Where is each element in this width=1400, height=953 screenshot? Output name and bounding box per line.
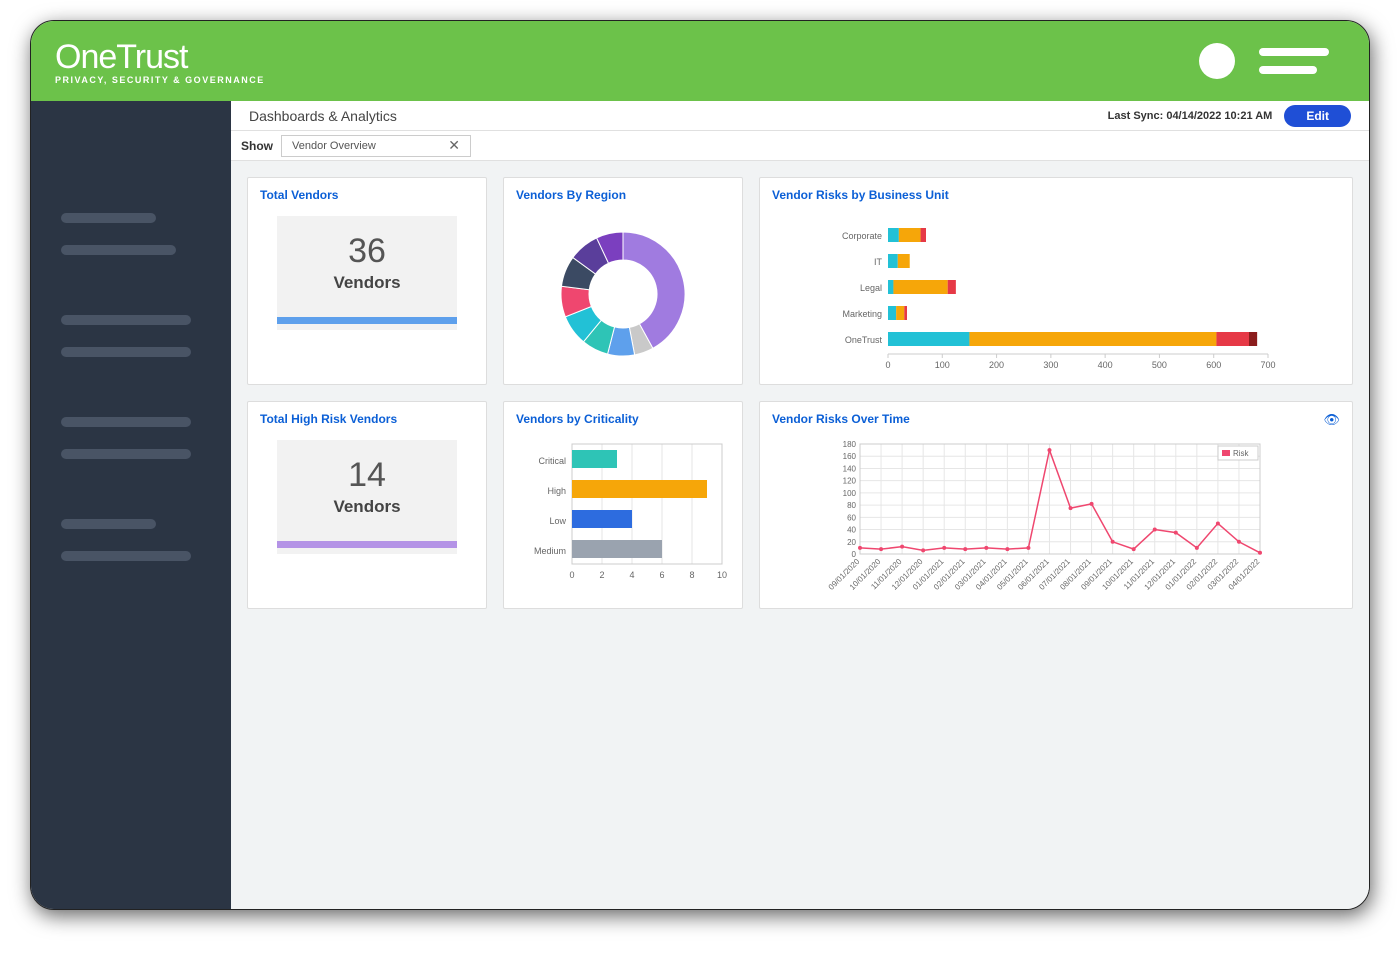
svg-text:Corporate: Corporate bbox=[842, 231, 882, 241]
svg-text:120: 120 bbox=[843, 477, 857, 486]
svg-text:80: 80 bbox=[847, 501, 856, 510]
card-title: Vendor Risks by Business Unit bbox=[772, 188, 1340, 202]
svg-text:0: 0 bbox=[569, 570, 574, 580]
svg-text:400: 400 bbox=[1098, 360, 1113, 370]
svg-text:Marketing: Marketing bbox=[842, 309, 882, 319]
card-risks-over-time: Vendor Risks Over Time 👁 020406080100120… bbox=[759, 401, 1353, 609]
kpi-accent-bar bbox=[277, 541, 457, 548]
filter-value: Vendor Overview bbox=[292, 140, 376, 152]
svg-text:100: 100 bbox=[935, 360, 950, 370]
card-title: Total Vendors bbox=[260, 188, 474, 202]
sidebar-item[interactable] bbox=[61, 245, 176, 255]
kpi-box: 36 Vendors bbox=[277, 216, 457, 330]
page-header: Dashboards & Analytics Last Sync: 04/14/… bbox=[231, 101, 1369, 131]
svg-text:OneTrust: OneTrust bbox=[845, 335, 883, 345]
sidebar-item[interactable] bbox=[61, 519, 156, 529]
topbar: OneTrust PRIVACY, SECURITY & GOVERNANCE bbox=[31, 21, 1369, 101]
svg-text:Medium: Medium bbox=[534, 546, 566, 556]
sidebar bbox=[31, 101, 231, 909]
sidebar-item[interactable] bbox=[61, 449, 191, 459]
svg-text:300: 300 bbox=[1043, 360, 1058, 370]
kpi-unit: Vendors bbox=[277, 497, 457, 517]
card-total-vendors: Total Vendors 36 Vendors bbox=[247, 177, 487, 385]
avatar[interactable] bbox=[1199, 43, 1235, 79]
svg-text:700: 700 bbox=[1260, 360, 1275, 370]
sidebar-group-3 bbox=[31, 417, 231, 459]
svg-text:100: 100 bbox=[843, 489, 857, 498]
sidebar-group-1 bbox=[31, 213, 231, 255]
kpi-box: 14 Vendors bbox=[277, 440, 457, 554]
svg-text:8: 8 bbox=[689, 570, 694, 580]
svg-text:60: 60 bbox=[847, 513, 856, 522]
sidebar-group-2 bbox=[31, 315, 231, 357]
card-title: Vendor Risks Over Time bbox=[772, 412, 1340, 426]
card-high-risk-vendors: Total High Risk Vendors 14 Vendors bbox=[247, 401, 487, 609]
svg-text:140: 140 bbox=[843, 464, 857, 473]
sidebar-item[interactable] bbox=[61, 213, 156, 223]
svg-text:160: 160 bbox=[843, 452, 857, 461]
svg-text:Legal: Legal bbox=[860, 283, 882, 293]
kpi-value: 14 bbox=[277, 456, 457, 495]
svg-text:High: High bbox=[547, 486, 566, 496]
svg-text:Low: Low bbox=[549, 516, 566, 526]
svg-text:500: 500 bbox=[1152, 360, 1167, 370]
filter-bar: Show Vendor Overview ✕ bbox=[231, 131, 1369, 161]
card-by-criticality: Vendors by Criticality Critical High Low Me… bbox=[503, 401, 743, 609]
svg-text:200: 200 bbox=[989, 360, 1004, 370]
sidebar-item[interactable] bbox=[61, 315, 191, 325]
donut-chart bbox=[523, 212, 723, 372]
app-frame: OneTrust PRIVACY, SECURITY & GOVERNANCE bbox=[30, 20, 1370, 910]
card-title: Vendors by Criticality bbox=[516, 412, 730, 426]
svg-text:180: 180 bbox=[843, 440, 857, 449]
svg-text:2: 2 bbox=[599, 570, 604, 580]
sidebar-item[interactable] bbox=[61, 417, 191, 427]
svg-text:600: 600 bbox=[1206, 360, 1221, 370]
menu-icon[interactable] bbox=[1259, 48, 1329, 74]
card-vendors-by-region: Vendors By Region bbox=[503, 177, 743, 385]
last-sync-label: Last Sync: 04/14/2022 10:21 AM bbox=[1108, 110, 1273, 122]
svg-text:20: 20 bbox=[847, 538, 856, 547]
card-risks-by-bu: Vendor Risks by Business Unit Corporate I… bbox=[759, 177, 1353, 385]
eye-icon[interactable]: 👁 bbox=[1323, 412, 1340, 428]
main: Dashboards & Analytics Last Sync: 04/14/… bbox=[231, 101, 1369, 909]
svg-text:6: 6 bbox=[659, 570, 664, 580]
filter-label: Show bbox=[241, 139, 273, 153]
sidebar-item[interactable] bbox=[61, 551, 191, 561]
svg-text:IT: IT bbox=[874, 257, 883, 267]
line-chart: 02040608010012014016018009/01/202010/01/… bbox=[826, 436, 1286, 596]
kpi-unit: Vendors bbox=[277, 273, 457, 293]
svg-text:Critical: Critical bbox=[538, 456, 566, 466]
svg-text:10: 10 bbox=[717, 570, 727, 580]
kpi-accent-bar bbox=[277, 317, 457, 324]
filter-select[interactable]: Vendor Overview ✕ bbox=[281, 135, 471, 157]
sidebar-item[interactable] bbox=[61, 347, 191, 357]
brand-name: OneTrust bbox=[55, 38, 265, 77]
close-icon[interactable]: ✕ bbox=[444, 137, 464, 154]
edit-button[interactable]: Edit bbox=[1284, 105, 1351, 127]
svg-text:4: 4 bbox=[629, 570, 634, 580]
brand-logo: OneTrust PRIVACY, SECURITY & GOVERNANCE bbox=[55, 38, 265, 85]
bar-chart: Critical High Low Medium 0 2 4 6 8 10 bbox=[516, 436, 736, 596]
kpi-value: 36 bbox=[277, 232, 457, 271]
svg-text:0: 0 bbox=[885, 360, 890, 370]
card-title: Vendors By Region bbox=[516, 188, 730, 202]
brand-tagline: PRIVACY, SECURITY & GOVERNANCE bbox=[55, 75, 265, 85]
page-title: Dashboards & Analytics bbox=[249, 108, 1108, 124]
svg-text:Risk: Risk bbox=[1233, 449, 1250, 458]
stacked-bar-chart: Corporate IT Legal Marketing OneTrust 0 100 200… bbox=[826, 212, 1286, 372]
sidebar-group-4 bbox=[31, 519, 231, 561]
svg-text:40: 40 bbox=[847, 526, 856, 535]
card-title: Total High Risk Vendors bbox=[260, 412, 474, 426]
